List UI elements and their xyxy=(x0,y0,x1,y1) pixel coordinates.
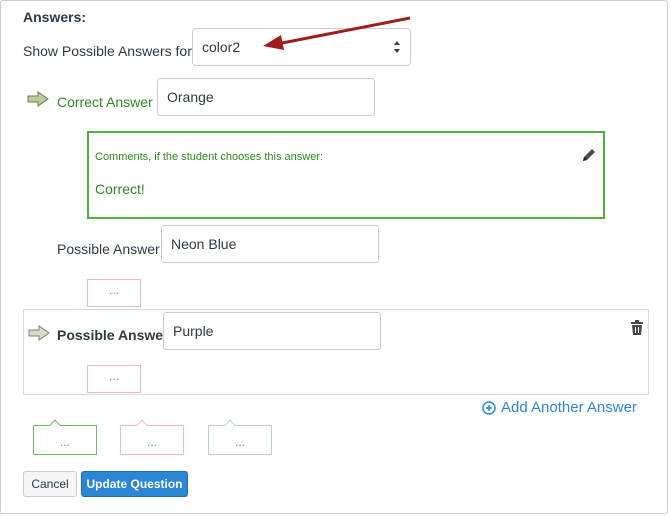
incorrect-comment-button[interactable]: ... xyxy=(120,419,184,455)
neutral-comment-button[interactable]: ... xyxy=(208,419,272,455)
add-another-answer-link[interactable]: Add Another Answer xyxy=(482,399,637,416)
possible-answer-row-2: Possible Answer Purple ... xyxy=(23,309,649,395)
answers-heading: Answers: xyxy=(23,9,87,25)
correct-answer-comment-box[interactable]: Comments, if the student chooses this an… xyxy=(87,131,605,219)
incorrect-comment-dots: ... xyxy=(146,435,157,449)
add-another-answer-label: Add Another Answer xyxy=(501,399,637,416)
show-possible-answers-label: Show Possible Answers for xyxy=(23,43,192,59)
possible-answer-comment-button-1[interactable]: ... xyxy=(87,279,141,307)
correct-answer-input[interactable]: Orange xyxy=(157,78,375,116)
comment-header: Comments, if the student chooses this an… xyxy=(95,151,324,163)
quiz-answers-panel: Answers: Show Possible Answers for color… xyxy=(0,0,668,514)
cancel-button[interactable]: Cancel xyxy=(23,471,77,497)
variable-select-value: color2 xyxy=(202,39,241,55)
pencil-icon[interactable] xyxy=(581,147,597,163)
possible-answer-arrow-icon xyxy=(28,325,50,341)
possible-answer-input-1[interactable]: Neon Blue xyxy=(161,225,379,263)
plus-circle-icon xyxy=(482,400,496,415)
correct-comment-dots: ... xyxy=(59,435,70,449)
correct-answer-label: Correct Answer xyxy=(57,94,153,110)
comment-text: Correct! xyxy=(95,181,145,197)
correct-answer-arrow-icon xyxy=(27,91,49,107)
correct-comment-button[interactable]: ... xyxy=(33,419,97,455)
trash-icon[interactable] xyxy=(630,320,644,336)
possible-answer-input-2[interactable]: Purple xyxy=(163,312,381,350)
neutral-comment-dots: ... xyxy=(234,435,245,449)
update-question-button[interactable]: Update Question xyxy=(81,471,188,497)
possible-answer-label-2: Possible Answer xyxy=(57,327,169,343)
possible-answer-comment-button-2[interactable]: ... xyxy=(87,365,141,393)
annotation-arrow-icon xyxy=(263,16,411,50)
possible-answer-label-1: Possible Answer xyxy=(57,241,160,257)
